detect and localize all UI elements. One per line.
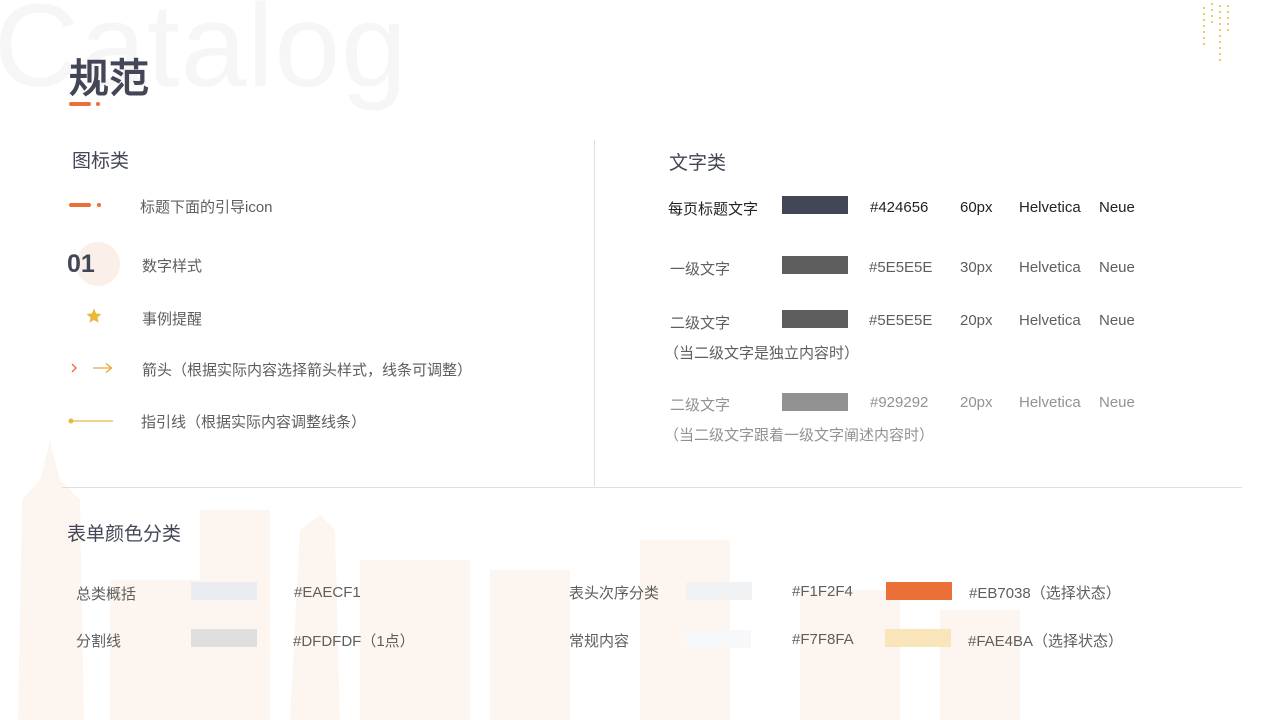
selected-color-swatch (885, 629, 951, 647)
text-style-name: 一级文字 (670, 261, 731, 278)
font-size: 30px (960, 259, 993, 276)
color-swatch (686, 582, 752, 600)
font-name-suffix: Neue (1099, 199, 1135, 216)
skyline-illustration (18, 440, 1020, 720)
horizontal-divider (62, 487, 1242, 488)
font-size: 20px (960, 312, 993, 329)
font-name: Helvetica (1019, 259, 1081, 276)
icon-item-label: 事例提醒 (142, 311, 203, 328)
hex-code: #5E5E5E (869, 259, 933, 276)
icon-item-label: 箭头（根据实际内容选择箭头样式，线条可调整） (142, 362, 473, 379)
form-color-name: 常规内容 (569, 633, 630, 650)
form-color-name: 分割线 (76, 633, 122, 650)
title-underline-dot-icon (96, 102, 100, 106)
font-name-suffix: Neue (1099, 259, 1135, 276)
font-name-suffix: Neue (1099, 312, 1135, 329)
color-swatch (782, 393, 848, 411)
hex-code: #5E5E5E (869, 312, 933, 329)
form-color-name: 表头次序分类 (569, 585, 660, 602)
hex-code: #DFDFDF（1点） (293, 633, 415, 650)
title-underline-icon (69, 102, 91, 106)
color-swatch (782, 196, 848, 214)
decorative-dots-icon (1203, 3, 1229, 61)
number-sample: 01 (67, 250, 95, 278)
color-section-heading: 表单颜色分类 (67, 524, 182, 545)
guide-line-icon (69, 203, 91, 207)
text-section-heading: 文字类 (669, 153, 727, 174)
leader-line-icon (68, 418, 113, 424)
arrow-right-icon (93, 362, 113, 374)
color-swatch (191, 629, 257, 647)
font-size: 60px (960, 199, 993, 216)
hex-code: #424656 (870, 199, 929, 216)
font-size: 20px (960, 394, 993, 411)
selected-hex-code: #EB7038（选择状态） (969, 585, 1121, 602)
icons-section-heading: 图标类 (72, 151, 130, 172)
vertical-divider (594, 140, 595, 486)
text-style-name: 每页标题文字 (668, 201, 759, 218)
catalog-watermark: Catalog (0, 0, 408, 112)
color-swatch (782, 256, 848, 274)
font-name: Helvetica (1019, 199, 1081, 216)
color-swatch (782, 310, 848, 328)
hex-code: #EAECF1 (294, 584, 361, 601)
hex-code: #F1F2F4 (792, 583, 853, 600)
icon-item-label: 指引线（根据实际内容调整线条） (141, 414, 367, 431)
hex-code: #929292 (870, 394, 929, 411)
guide-dot-icon (97, 203, 101, 207)
font-name: Helvetica (1019, 312, 1081, 329)
text-style-name: 二级文字 (670, 315, 731, 332)
text-style-note: （当二级文字是独立内容时） (664, 345, 860, 362)
form-color-name: 总类概括 (76, 586, 137, 603)
hex-code: #F7F8FA (792, 631, 854, 648)
page-title: 规范 (69, 57, 149, 101)
font-name-suffix: Neue (1099, 394, 1135, 411)
font-name: Helvetica (1019, 394, 1081, 411)
selected-color-swatch (886, 582, 952, 600)
selected-hex-code: #FAE4BA（选择状态） (968, 633, 1124, 650)
text-style-note: （当二级文字跟着一级文字阐述内容时） (664, 427, 935, 444)
star-icon (86, 308, 102, 323)
color-swatch (191, 582, 257, 600)
chevron-right-icon (71, 363, 77, 373)
text-style-name: 二级文字 (670, 397, 731, 414)
color-swatch (685, 630, 751, 648)
icon-item-label: 数字样式 (142, 258, 203, 275)
icon-item-label: 标题下面的引导icon (140, 199, 273, 216)
